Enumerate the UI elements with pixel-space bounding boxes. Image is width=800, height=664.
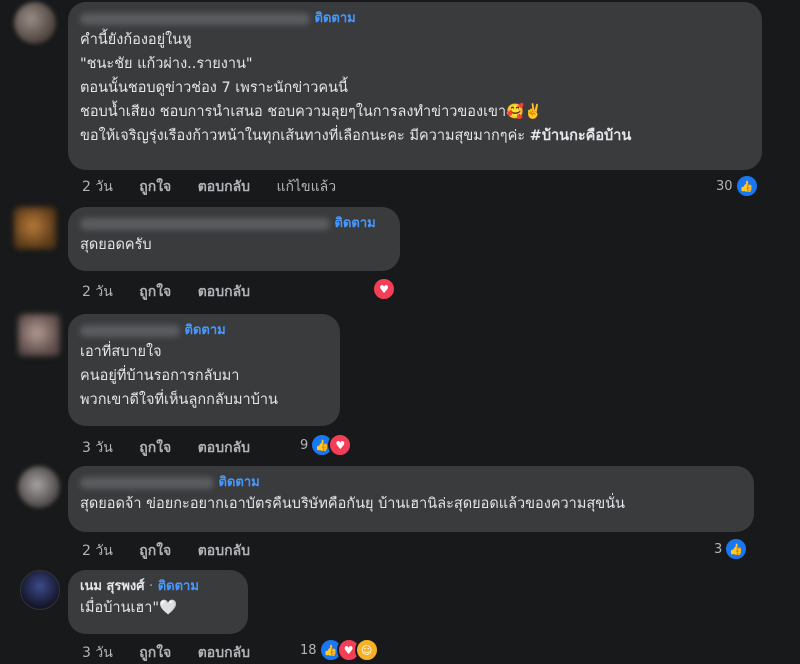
- follow-link[interactable]: ติดตาม: [185, 323, 226, 338]
- author-name-redacted[interactable]: [80, 324, 180, 337]
- reaction-count: 9: [300, 437, 309, 453]
- reaction-summary[interactable]: 3 👍: [714, 537, 749, 561]
- commenter-avatar[interactable]: [18, 314, 60, 356]
- comment-actions: 3 วัน ถูกใจ ตอบกลับ: [82, 437, 272, 459]
- comment-author-row: เนม สุรพงศ์ · ติดตาม: [80, 578, 236, 596]
- comment-author-row: ติดตาม: [80, 474, 742, 492]
- commenter-avatar[interactable]: [20, 570, 60, 610]
- commenter-avatar[interactable]: [18, 466, 60, 508]
- author-name-redacted[interactable]: [80, 476, 214, 489]
- comment-actions: 2 วัน ถูกใจ ตอบกลับ: [82, 540, 272, 562]
- follow-link[interactable]: ติดตาม: [335, 216, 376, 231]
- follow-link[interactable]: ติดตาม: [315, 11, 356, 26]
- comment-bubble: ติดตาม เอาที่สบายใจ คนอยู่ที่บ้านรอการกล…: [68, 314, 340, 426]
- care-icon: ☺: [354, 638, 379, 662]
- reaction-count: 3: [714, 541, 723, 557]
- comment-time[interactable]: 3 วัน: [82, 440, 113, 456]
- comment-time[interactable]: 2 วัน: [82, 179, 113, 195]
- thumbs-up-icon: 👍: [724, 537, 749, 561]
- comment-line: ตอนนั้นชอบดูข่าวช่อง 7 เพราะนักข่าวคนนี้: [80, 80, 348, 96]
- follow-link[interactable]: ติดตาม: [219, 475, 260, 490]
- heart-icon: ♥: [372, 277, 396, 301]
- comment-bubble: ติดตาม สุดยอดครับ: [68, 207, 400, 271]
- edited-label: แก้ไขแล้ว: [276, 179, 337, 195]
- reply-button[interactable]: ตอบกลับ: [198, 284, 250, 300]
- comment-line: สุดยอดครับ: [80, 237, 152, 253]
- author-name-redacted[interactable]: [80, 217, 330, 230]
- comment-line: คนอยู่ที่บ้านรอการกลับมา: [80, 368, 240, 384]
- reaction-count: 30: [716, 178, 733, 194]
- like-button[interactable]: ถูกใจ: [139, 543, 171, 559]
- reaction-summary[interactable]: 30 👍: [716, 174, 759, 198]
- thumbs-up-icon: 👍: [734, 174, 759, 198]
- comment-bubble: ติดตาม สุดยอดจ้า ข่อยกะอยากเอาบัตรคืนบริ…: [68, 466, 754, 532]
- comment-time[interactable]: 2 วัน: [82, 543, 113, 559]
- heart-icon: ♥: [328, 433, 353, 457]
- comment-author-row: ติดตาม: [80, 322, 328, 340]
- like-button[interactable]: ถูกใจ: [139, 179, 171, 195]
- comment-line: เอาที่สบายใจ: [80, 344, 162, 360]
- author-name[interactable]: เนม สุรพงศ์: [80, 579, 145, 594]
- reaction-summary[interactable]: 9 👍 ♥: [300, 433, 353, 457]
- reaction-summary[interactable]: ♥: [372, 277, 396, 301]
- comment-time[interactable]: 2 วัน: [82, 284, 113, 300]
- reply-button[interactable]: ตอบกลับ: [198, 543, 250, 559]
- comment-line: พวกเขาดีใจที่เห็นลูกกลับมาบ้าน: [80, 392, 278, 408]
- reaction-summary[interactable]: 18 👍 ♥ ☺: [300, 638, 379, 662]
- comment-actions: 2 วัน ถูกใจ ตอบกลับ: [82, 281, 272, 303]
- like-button[interactable]: ถูกใจ: [139, 440, 171, 456]
- like-button[interactable]: ถูกใจ: [139, 284, 171, 300]
- comment-line-text: ขอให้เจริญรุ่งเรืองก้าวหน้าในทุกเส้นทางท…: [80, 128, 530, 144]
- comment-line: ชอบน้ำเสียง ชอบการนำเสนอ ชอบความลุยๆในกา…: [80, 104, 543, 120]
- separator-dot: ·: [149, 579, 154, 594]
- like-button[interactable]: ถูกใจ: [139, 645, 171, 661]
- comment-bubble: ติดตาม คำนี้ยังก้องอยู่ในหู "ชนะชัย แก้ว…: [68, 2, 762, 170]
- comment-time[interactable]: 3 วัน: [82, 645, 113, 661]
- comment-actions: 2 วัน ถูกใจ ตอบกลับ แก้ไขแล้ว: [82, 176, 358, 198]
- comment-author-row: ติดตาม: [80, 215, 388, 233]
- comment-bubble: เนม สุรพงศ์ · ติดตาม เมื่อบ้านเฮา"🤍: [68, 570, 248, 634]
- hashtag-link[interactable]: #บ้านกะคือบ้าน: [530, 128, 632, 144]
- comment-line: "ชนะชัย แก้วผ่าง..รายงาน": [80, 56, 253, 72]
- reply-button[interactable]: ตอบกลับ: [198, 645, 250, 661]
- reply-button[interactable]: ตอบกลับ: [198, 179, 250, 195]
- commenter-avatar[interactable]: [14, 2, 56, 44]
- comment-author-row: ติดตาม: [80, 10, 750, 28]
- comment-line: ขอให้เจริญรุ่งเรืองก้าวหน้าในทุกเส้นทางท…: [80, 124, 750, 148]
- comment-line: คำนี้ยังก้องอยู่ในหู: [80, 32, 192, 48]
- comment-line: สุดยอดจ้า ข่อยกะอยากเอาบัตรคืนบริษัทคือก…: [80, 496, 625, 512]
- follow-link[interactable]: ติดตาม: [158, 579, 199, 594]
- reaction-count: 18: [300, 642, 317, 658]
- comment-actions: 3 วัน ถูกใจ ตอบกลับ: [82, 642, 272, 664]
- comment-line: เมื่อบ้านเฮา"🤍: [80, 600, 178, 616]
- commenter-avatar[interactable]: [14, 207, 56, 249]
- author-name-redacted[interactable]: [80, 12, 310, 25]
- reply-button[interactable]: ตอบกลับ: [198, 440, 250, 456]
